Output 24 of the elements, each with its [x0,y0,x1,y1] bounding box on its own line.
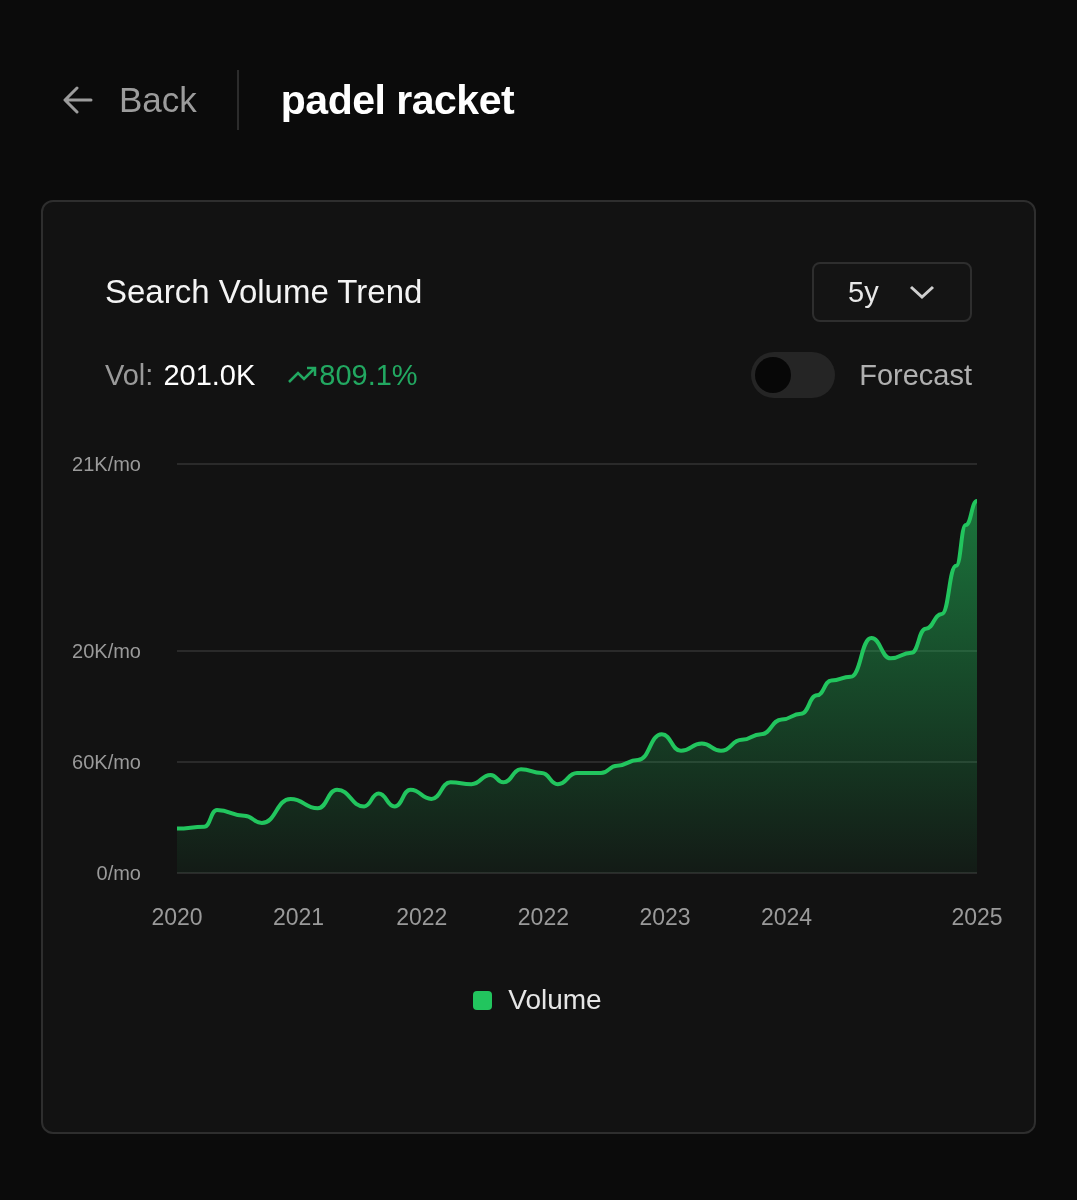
chevron-down-icon [908,284,935,300]
volume-label: Vol: [105,358,154,392]
back-button[interactable]: Back [63,80,237,120]
y-axis-label: 0/mo [96,862,141,884]
y-axis-label: 20K/mo [72,639,141,662]
legend-label: Volume [508,984,602,1016]
x-axis-label: 2021 [273,904,325,930]
page-title: padel racket [280,76,515,124]
change-percent: 809.1% [287,358,418,392]
forecast-toggle[interactable] [751,352,836,398]
trend-up-icon [287,366,318,384]
card-title: Search Volume Trend [105,273,423,311]
volume-value: 201.0K [163,358,256,392]
x-axis-label: 2020 [151,904,203,930]
x-axis-label: 2024 [761,904,813,930]
y-axis-label: 60K/mo [72,750,141,773]
y-axis-label: 21K/mo [72,453,141,475]
back-arrow-icon [63,86,93,114]
forecast-label: Forecast [859,358,972,392]
x-axis-label: 2022 [396,904,448,930]
x-axis-label: 2025 [951,904,1003,930]
x-axis-label: 2022 [517,904,569,930]
x-axis-label: 2023 [639,904,691,930]
range-dropdown[interactable]: 5y [812,262,972,322]
